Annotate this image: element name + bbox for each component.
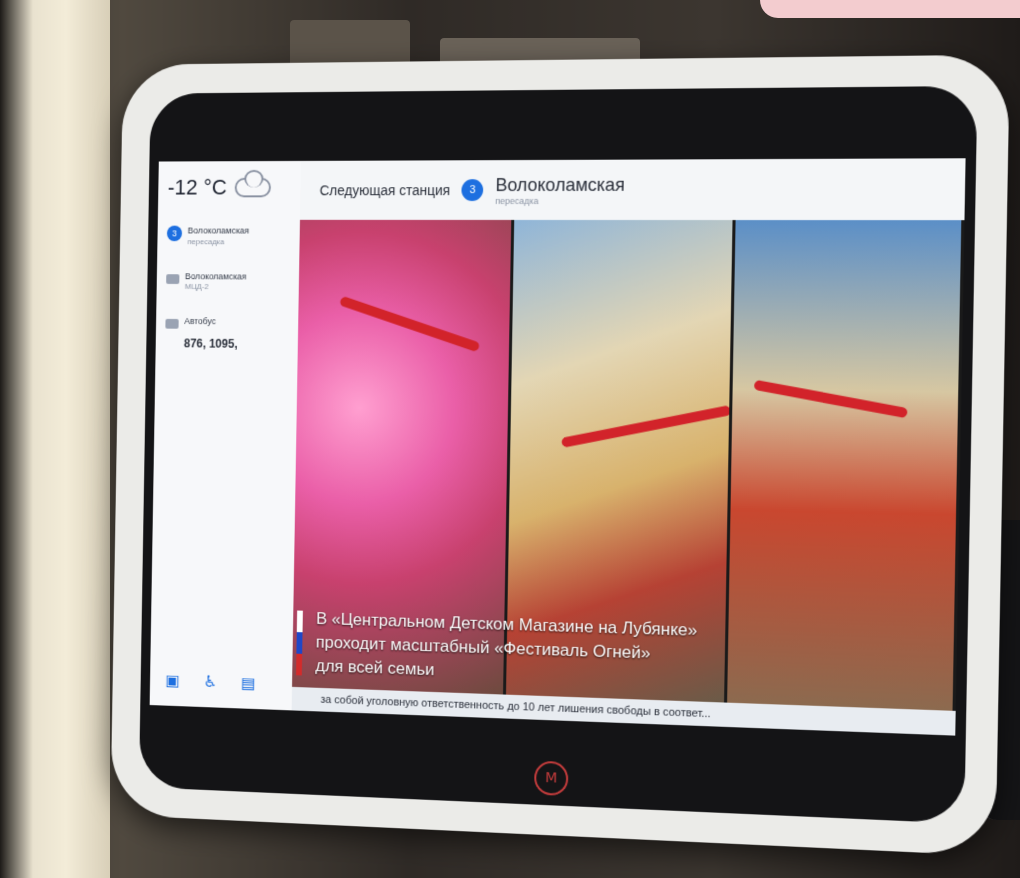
temperature: -12 °C (167, 174, 228, 200)
sidebar-item-sub: пересадка (187, 237, 225, 246)
cloud-icon (234, 177, 271, 198)
sidebar-item-sub: МЦД-2 (184, 282, 209, 292)
sidebar-item-label: Волоколамская (184, 271, 247, 282)
flag-stripe (296, 610, 303, 676)
book-icon[interactable]: ▣ (163, 671, 182, 691)
sidebar-item-mcd: Волоколамская МЦД-2 (166, 271, 290, 292)
sidebar-item-label: Волоколамская (187, 225, 250, 236)
sidebar-item-bus: Автобус (165, 316, 288, 330)
info-display-device: М -12 °C 3 Волоколамская пересадка Волок… (110, 54, 1010, 857)
bus-routes: 876, 1095, (183, 336, 238, 352)
wheelchair-icon[interactable]: ♿ (201, 672, 220, 692)
display-screen: -12 °C 3 Волоколамская пересадка Волокол… (149, 158, 966, 736)
photo-scene: М -12 °C 3 Волоколамская пересадка Волок… (0, 0, 1020, 878)
line-badge: 3 (166, 225, 183, 242)
next-station-label: Следующая станция (319, 182, 451, 199)
sidebar-item-label: Автобус (184, 316, 216, 327)
ribbon-decoration (339, 295, 481, 353)
media-panels: В «Центральном Детском Магазине на Лубян… (292, 219, 965, 711)
bottom-icons: ▣ ♿ ▤ (163, 671, 258, 694)
station-name: Волоколамская (495, 174, 626, 195)
train-icon[interactable]: ▤ (239, 673, 258, 693)
train-icon (166, 273, 180, 284)
sidebar-item-transfer: 3 Волоколамская пересадка (166, 225, 291, 246)
sidebar: -12 °C 3 Волоколамская пересадка Волокол… (149, 160, 301, 711)
next-station-header: Следующая станция 3 Волоколамская переса… (299, 158, 966, 221)
line-badge: 3 (461, 179, 484, 202)
main-area: Следующая станция 3 Волоколамская переса… (291, 158, 966, 736)
bus-icon (165, 319, 179, 330)
station-sub: пересадка (495, 195, 539, 206)
weather-widget: -12 °C (168, 175, 292, 201)
ribbon-decoration (753, 379, 909, 419)
wall (0, 0, 110, 878)
pink-corner (760, 0, 1020, 18)
ribbon-decoration (560, 405, 732, 448)
